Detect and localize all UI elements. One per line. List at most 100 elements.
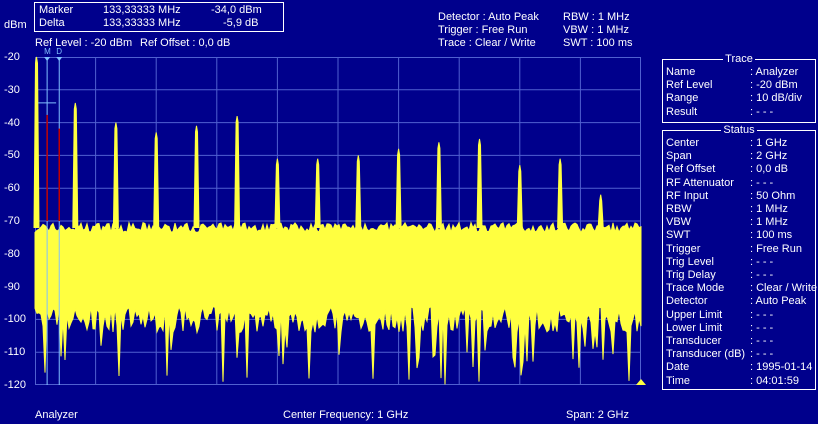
row-value: : - - - — [750, 308, 774, 321]
footer-mode: Analyzer — [35, 409, 78, 421]
row-value: : - - - — [750, 348, 774, 361]
trigger-setting: Trigger : Free Run — [438, 24, 528, 36]
trace-spur-peak — [72, 102, 79, 229]
y-tick-label: -40 — [4, 116, 20, 129]
detector-setting: Detector : Auto Peak — [438, 11, 539, 23]
footer-span: Span: 2 GHz — [566, 409, 629, 421]
y-tick-label: -60 — [4, 182, 20, 195]
status-panel-row: RF Attenuator : - - - — [666, 177, 816, 190]
row-value: : 1 GHz — [750, 137, 788, 149]
trace-spur-peak — [112, 122, 119, 229]
trace-spur-peak — [193, 125, 200, 229]
status-panel-title: Status — [721, 124, 757, 136]
row-value: : 0,0 dB — [750, 163, 788, 176]
row-label: Trace Mode — [666, 282, 725, 295]
status-panel: Status Center : 1 GHz Span : 2 GHz Ref Offse… — [662, 124, 818, 390]
status-panel-row: Trig Delay: - - - — [666, 269, 816, 282]
y-tick-label: -30 — [4, 83, 20, 96]
row-label: Lower Limit — [666, 321, 723, 334]
row-label: Transducer — [666, 335, 722, 347]
marker-d-tag[interactable]: D — [56, 47, 62, 56]
rbw-setting: RBW : 1 MHz — [563, 11, 630, 23]
trace-panel-title: Trace — [723, 53, 755, 65]
marker-frequency: 133,33333 MHz — [103, 4, 181, 16]
row-value: : 1 MHz — [750, 203, 788, 215]
row-value: : 100 ms — [750, 229, 793, 242]
trace-spur-peak — [314, 158, 321, 229]
row-label: Time — [666, 374, 691, 387]
marker-d-arrow-icon[interactable] — [56, 57, 63, 61]
marker-level: -34,0 dBm — [211, 4, 262, 16]
trace-spur-peak — [476, 138, 483, 229]
y-tick-label: -50 — [4, 149, 20, 162]
row-value: : - - - — [750, 176, 774, 189]
trace-spur-peak — [597, 194, 604, 229]
row-label: SWT — [666, 229, 691, 242]
trace-panel-row: Result: - - - — [666, 106, 816, 119]
row-label: RF Input — [666, 189, 709, 202]
footer-center-frequency: Center Frequency: 1 GHz — [283, 409, 409, 421]
row-label: VBW — [666, 216, 692, 229]
row-label: Transducer (dB) — [666, 348, 746, 361]
status-panel-row: Detector: Auto Peak — [666, 295, 816, 308]
status-panel-row: Transducer: - - - — [666, 335, 816, 348]
delta-level: -5,9 dB — [223, 17, 259, 29]
row-label: Name — [666, 66, 696, 78]
row-value: : Free Run — [750, 242, 802, 255]
trace-panel-row: Name : Analyzer — [666, 66, 816, 79]
row-value: : 2 GHz — [750, 150, 788, 163]
row-value: : - - - — [750, 269, 774, 281]
status-panel-row: Date : 1995-01-14 — [666, 361, 816, 374]
trace-spur-peak — [153, 132, 160, 229]
status-panel-row: VBW: 1 MHz — [666, 216, 816, 229]
row-label: Range — [666, 92, 699, 105]
row-label: Ref Level — [666, 79, 713, 92]
row-label: RBW — [666, 203, 692, 215]
y-unit-label: dBm — [4, 19, 27, 31]
y-tick-label: -70 — [4, 215, 20, 227]
row-value: : - - - — [750, 321, 774, 334]
y-tick-label: -80 — [4, 247, 20, 260]
trace-panel: Trace Name : Analyzer Ref Level : -20 dBm Ra… — [662, 53, 816, 123]
status-panel-row: Trigger: Free Run — [666, 243, 816, 256]
row-value: : -20 dBm — [750, 79, 798, 92]
delta-label: Delta — [39, 17, 65, 29]
spectrum-plot[interactable]: MD — [33, 47, 646, 385]
row-label: Result — [666, 105, 698, 118]
row-label: Trig Level — [666, 255, 714, 268]
vbw-setting: VBW : 1 MHz — [563, 24, 630, 36]
swt-setting: SWT : 100 ms — [563, 37, 633, 49]
row-value: : Analyzer — [750, 66, 799, 78]
row-label: RF Attenuator — [666, 176, 734, 189]
status-panel-row: SWT : 100 ms — [666, 229, 816, 242]
row-value: : 04:01:59 — [750, 374, 799, 387]
trace-spur-peak — [33, 56, 40, 229]
status-panel-row: Trace Mode : Clear / Write — [666, 282, 818, 295]
marker-m-arrow-icon[interactable] — [44, 57, 51, 61]
status-panel-row: Ref Offset: 0,0 dB — [666, 163, 816, 176]
y-tick-label: -20 — [4, 51, 20, 63]
trace-spur-peak — [274, 158, 281, 229]
y-tick-label: -100 — [4, 313, 27, 326]
row-value: : 10 dB/div — [750, 92, 802, 105]
row-value: : Clear / Write — [750, 282, 818, 295]
marker-m-tag[interactable]: M — [44, 47, 51, 56]
row-label: Upper Limit — [666, 308, 723, 321]
status-panel-row: Center : 1 GHz — [666, 137, 816, 150]
row-value: : Auto Peak — [750, 295, 807, 308]
status-panel-row: Transducer (dB) : - - - — [666, 348, 816, 361]
ref-offset: Ref Offset : 0,0 dB — [140, 37, 231, 49]
marker-readout: Marker 133,33333 MHz -34,0 dBm Delta 133… — [34, 2, 284, 32]
status-panel-row: Upper Limit : - - - — [666, 309, 816, 322]
status-panel-row: RF Input: 50 Ohm — [666, 190, 816, 203]
trace-spur-peak — [557, 158, 564, 229]
status-panel-row: Time : 04:01:59 — [666, 375, 816, 388]
delta-frequency: 133,33333 MHz — [103, 17, 181, 29]
row-value: : 1995-01-14 — [750, 361, 813, 374]
y-tick-label: -90 — [4, 280, 20, 293]
row-label: Center — [666, 137, 700, 149]
y-tick-label: -110 — [4, 346, 26, 359]
marker-label: Marker — [39, 4, 74, 16]
row-label: Span — [666, 150, 692, 163]
row-label: Date — [666, 361, 690, 374]
